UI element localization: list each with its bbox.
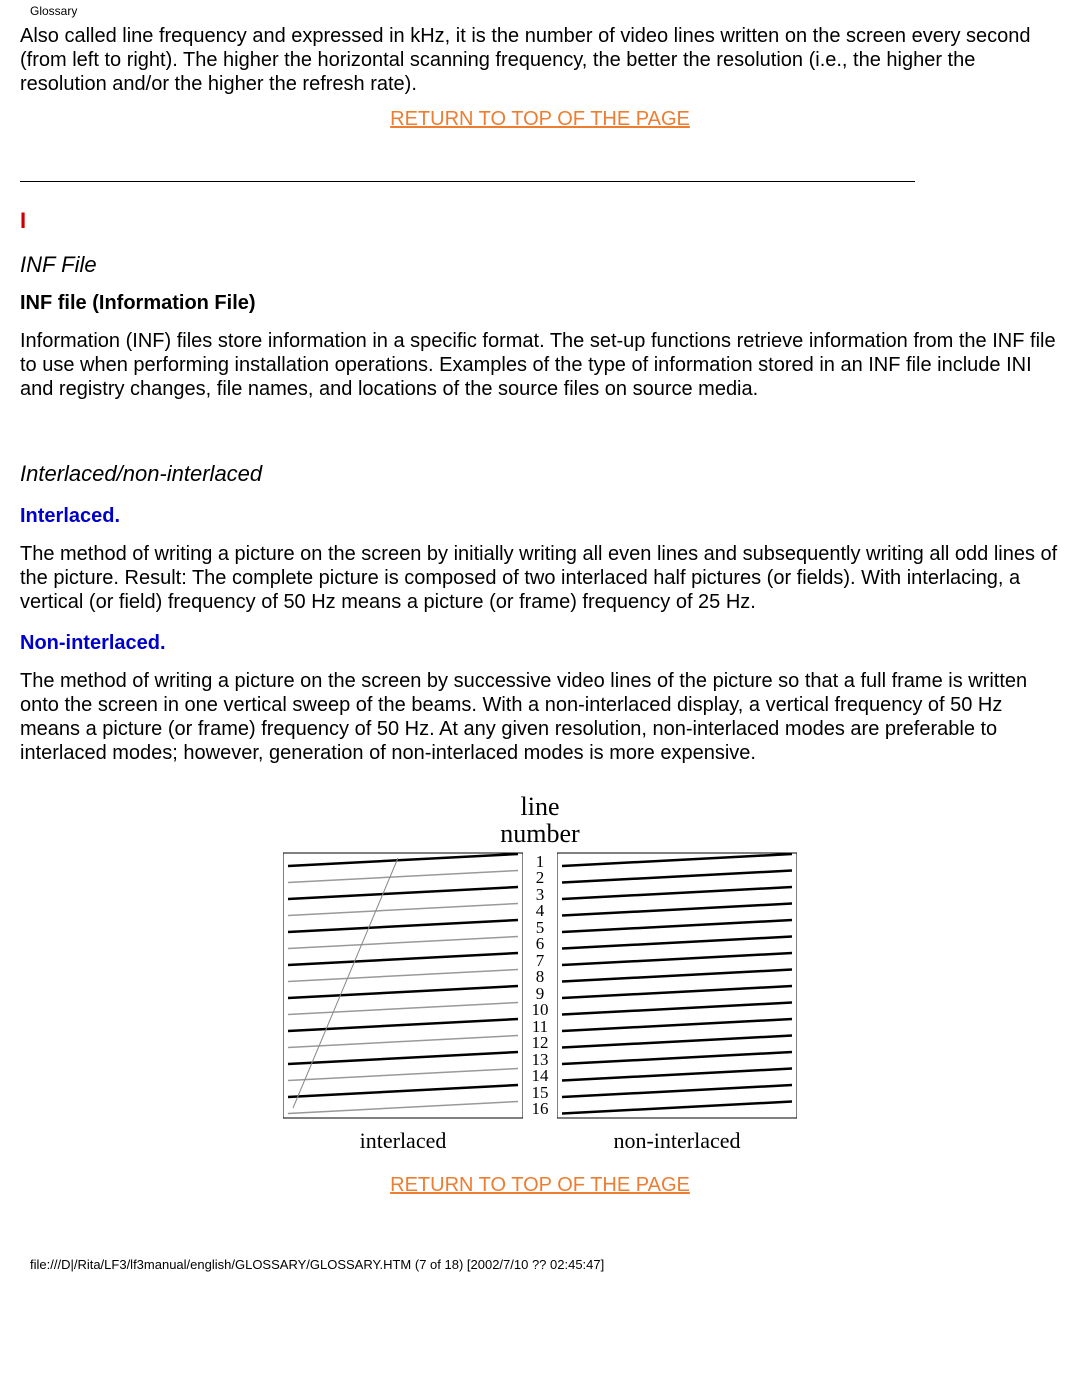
section-letter: I xyxy=(20,208,1060,234)
return-to-top-link-2[interactable]: RETURN TO TOP OF THE PAGE xyxy=(20,1174,1060,1197)
inf-file-paragraph: Information (INF) files store informatio… xyxy=(20,329,1060,401)
interlaced-paragraph: The method of writing a picture on the s… xyxy=(20,542,1060,614)
footer-path: file:///D|/Rita/LF3/lf3manual/english/GL… xyxy=(0,1207,1080,1272)
interlaced-panel xyxy=(283,848,523,1128)
interlaced-diagram: line number 12345678910111213141516 xyxy=(20,793,1060,1154)
intro-paragraph: Also called line frequency and expressed… xyxy=(20,24,1060,96)
inf-file-subheading: INF file (Information File) xyxy=(20,292,1060,315)
diagram-title-line2: number xyxy=(500,819,579,848)
line-number-column: 12345678910111213141516 xyxy=(523,848,557,1118)
non-interlaced-subheading: Non-interlaced. xyxy=(20,632,1060,655)
return-link-text: RETURN TO TOP OF THE PAGE xyxy=(390,108,690,130)
caption-non-interlaced: non-interlaced xyxy=(557,1128,797,1154)
divider xyxy=(20,181,915,182)
non-interlaced-paragraph: The method of writing a picture on the s… xyxy=(20,669,1060,765)
return-link-text-2: RETURN TO TOP OF THE PAGE xyxy=(390,1174,690,1196)
caption-interlaced: interlaced xyxy=(283,1128,523,1154)
non-interlaced-panel xyxy=(557,848,797,1128)
interlaced-subheading: Interlaced. xyxy=(20,505,1060,528)
return-to-top-link-1[interactable]: RETURN TO TOP OF THE PAGE xyxy=(20,108,1060,131)
breadcrumb: Glossary xyxy=(0,0,1080,18)
inf-file-heading: INF File xyxy=(20,252,1060,278)
interlaced-heading: Interlaced/non-interlaced xyxy=(20,461,1060,487)
diagram-title-line1: line xyxy=(521,792,560,821)
